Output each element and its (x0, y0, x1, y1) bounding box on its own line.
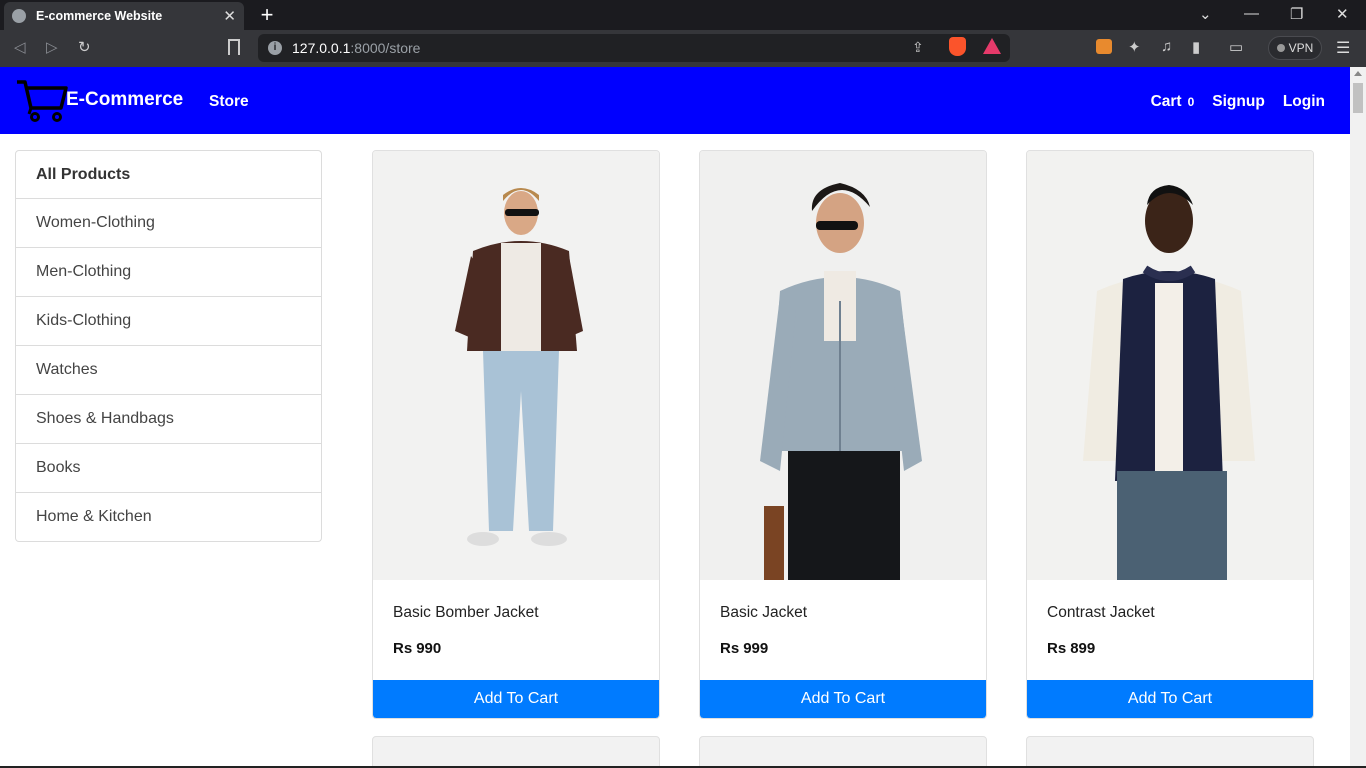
metamask-icon[interactable] (1096, 39, 1112, 54)
browser-tab[interactable]: E-commerce Website ✕ (4, 2, 244, 30)
product-card[interactable] (372, 736, 660, 768)
new-tab-button[interactable]: + (256, 2, 278, 28)
category-kids-clothing[interactable]: Kids-Clothing (15, 297, 322, 346)
sidebar-icon[interactable]: ▮ (1192, 38, 1200, 56)
back-icon[interactable]: ◁ (14, 38, 26, 56)
product-price: Rs 990 (393, 640, 442, 657)
restore-icon[interactable]: ❐ (1290, 5, 1303, 23)
cart-count-badge: 0 (1187, 95, 1195, 109)
product-card: Contrast Jacket Rs 899 Add To Cart (1026, 150, 1314, 719)
add-to-cart-button[interactable]: Add To Cart (1027, 680, 1313, 718)
extensions-icon[interactable]: ✦ (1128, 38, 1141, 56)
globe-icon (12, 9, 26, 23)
category-all-products[interactable]: All Products (15, 150, 322, 199)
address-bar[interactable]: i 127.0.0.1 :8000/store (258, 34, 1010, 62)
vpn-button[interactable]: VPN (1268, 36, 1322, 60)
close-tab-icon[interactable]: ✕ (223, 7, 236, 25)
url-path: :8000/store (350, 40, 421, 56)
minimize-icon[interactable]: — (1244, 5, 1259, 22)
nav-login-link[interactable]: Login (1283, 93, 1325, 111)
reload-icon[interactable]: ↻ (78, 38, 91, 56)
browser-toolbar: ◁ ▷ ↻ i 127.0.0.1 :8000/store ⇪ ✦ ♫ ▮ ▭ … (0, 30, 1366, 67)
wallet-icon[interactable]: ▭ (1229, 38, 1243, 56)
brand-name[interactable]: E-Commerce (66, 89, 183, 111)
share-icon[interactable]: ⇪ (912, 39, 924, 56)
tab-search-icon[interactable]: ⌄ (1199, 5, 1212, 23)
site-navbar: E-Commerce Store Cart 0 Signup Login (0, 67, 1350, 134)
add-to-cart-button[interactable]: Add To Cart (373, 680, 659, 718)
product-card[interactable] (699, 736, 987, 768)
product-price: Rs 899 (1047, 640, 1096, 657)
cart-label: Cart (1150, 93, 1182, 110)
browser-tab-bar: E-commerce Website ✕ + ⌄ — ❐ ✕ (0, 0, 1366, 30)
product-card: Basic Jacket Rs 999 Add To Cart (699, 150, 987, 719)
category-home-kitchen[interactable]: Home & Kitchen (15, 493, 322, 542)
brave-shields-icon[interactable] (949, 37, 966, 56)
menu-icon[interactable]: ☰ (1336, 38, 1350, 58)
url-host: 127.0.0.1 (292, 40, 351, 56)
page-scrollbar[interactable] (1350, 67, 1366, 768)
nav-cart-link[interactable]: Cart 0 (1151, 93, 1195, 111)
nav-right: Cart 0 Signup Login (1151, 93, 1325, 111)
category-watches[interactable]: Watches (15, 346, 322, 395)
product-price: Rs 999 (720, 640, 769, 657)
cart-logo-icon[interactable] (15, 78, 69, 127)
close-window-icon[interactable]: ✕ (1336, 5, 1349, 23)
site-info-icon[interactable]: i (268, 41, 282, 55)
product-name: Basic Bomber Jacket (393, 604, 539, 621)
category-shoes-handbags[interactable]: Shoes & Handbags (15, 395, 322, 444)
category-men-clothing[interactable]: Men-Clothing (15, 248, 322, 297)
product-image[interactable] (373, 151, 659, 580)
vpn-status-icon (1276, 44, 1285, 52)
scrollbar-thumb[interactable] (1353, 83, 1363, 113)
product-name: Contrast Jacket (1047, 604, 1155, 621)
vpn-label: VPN (1288, 41, 1314, 55)
store-page: E-Commerce Store Cart 0 Signup Login All … (0, 67, 1350, 768)
tab-title: E-commerce Website (36, 9, 163, 23)
category-books[interactable]: Books (15, 444, 322, 493)
nav-signup-link[interactable]: Signup (1212, 93, 1265, 111)
category-women-clothing[interactable]: Women-Clothing (15, 199, 322, 248)
scroll-up-icon[interactable] (1354, 71, 1362, 76)
forward-icon[interactable]: ▷ (46, 38, 58, 56)
bookmark-icon[interactable] (228, 39, 240, 55)
nav-store-link[interactable]: Store (209, 93, 249, 111)
product-image[interactable] (700, 151, 986, 580)
product-name: Basic Jacket (720, 604, 808, 621)
media-icon[interactable]: ♫ (1161, 38, 1172, 55)
add-to-cart-button[interactable]: Add To Cart (700, 680, 986, 718)
category-list: All Products Women-Clothing Men-Clothing… (15, 150, 322, 542)
brave-rewards-icon[interactable] (983, 38, 1001, 54)
product-image[interactable] (1027, 151, 1313, 580)
product-card[interactable] (1026, 736, 1314, 768)
product-card: Basic Bomber Jacket Rs 990 Add To Cart (372, 150, 660, 719)
